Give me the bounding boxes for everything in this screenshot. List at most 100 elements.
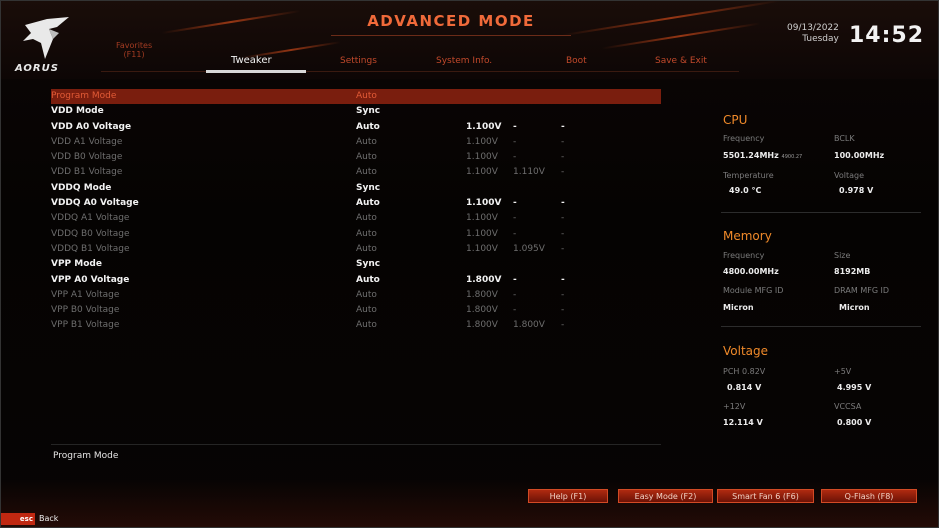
setting-value: 1.100V	[466, 243, 498, 254]
setting-name: VPP A1 Voltage	[51, 289, 120, 300]
setting-row[interactable]: VDD Mode Sync	[51, 104, 661, 119]
setting-row[interactable]: VDDQ Mode Sync	[51, 181, 661, 196]
aorus-eagle-icon	[23, 17, 69, 59]
header: AORUS ADVANCED MODE 09/13/2022 Tuesday 1…	[1, 1, 938, 79]
tab-tweaker[interactable]: Tweaker	[231, 55, 272, 66]
setting-name: VDDQ A1 Voltage	[51, 213, 130, 224]
p12v-value: 12.114 V	[723, 418, 763, 427]
setting-mode: Auto	[356, 198, 380, 209]
tab-system-info[interactable]: System Info.	[436, 56, 492, 66]
setting-name: VDDQ B0 Voltage	[51, 228, 130, 239]
pch-value: 0.814 V	[727, 383, 762, 392]
setting-row: VPP A1 Voltage Auto 1.800V - -	[51, 288, 661, 303]
cpu-frequency-label: Frequency	[723, 134, 765, 143]
cpu-temperature-label: Temperature	[723, 171, 774, 180]
setting-extra: -	[561, 320, 565, 331]
memory-module-value: Micron	[723, 303, 754, 312]
setting-name: Program Mode	[51, 91, 117, 101]
setting-name: VDDQ Mode	[51, 182, 112, 193]
setting-mode: Sync	[356, 182, 381, 193]
setting-current-value: -	[513, 289, 517, 300]
memory-frequency-label: Frequency	[723, 251, 765, 260]
setting-value: 1.100V	[466, 228, 498, 239]
page-title: ADVANCED MODE	[367, 12, 535, 30]
setting-value: 1.100V	[466, 121, 502, 132]
cpu-bclk-value: 100.00MHz	[834, 151, 885, 160]
setting-row: VPP B0 Voltage Auto 1.800V - -	[51, 303, 661, 318]
setting-row[interactable]: Program Mode Auto	[51, 89, 661, 105]
setting-value: 1.100V	[466, 136, 498, 147]
setting-extra: -	[561, 213, 565, 224]
setting-extra: -	[561, 243, 565, 254]
memory-dram-value: Micron	[839, 303, 870, 312]
setting-value: 1.100V	[466, 152, 498, 163]
cpu-section-title: CPU	[723, 113, 748, 127]
setting-extra: -	[561, 274, 565, 285]
p12v-label: +12V	[723, 402, 746, 411]
tab-favorites-label: Favorites	[116, 41, 153, 50]
bios-screen: AORUS ADVANCED MODE 09/13/2022 Tuesday 1…	[0, 0, 939, 528]
q-flash-button[interactable]: Q-Flash (F8)	[821, 489, 917, 503]
tab-save-exit[interactable]: Save & Exit	[655, 56, 707, 66]
setting-extra: -	[561, 228, 565, 239]
cpu-temperature-value: 49.0 °C	[729, 186, 762, 195]
tab-settings[interactable]: Settings	[340, 56, 377, 66]
setting-mode: Auto	[356, 274, 380, 285]
setting-current-value: -	[513, 136, 517, 147]
setting-mode: Auto	[356, 243, 377, 254]
setting-row[interactable]: VPP Mode Sync	[51, 257, 661, 272]
setting-name: VDD B1 Voltage	[51, 167, 123, 178]
setting-extra: -	[561, 121, 565, 132]
setting-extra: -	[561, 198, 565, 209]
p5v-value: 4.995 V	[837, 383, 872, 392]
setting-extra: -	[561, 289, 565, 300]
setting-row[interactable]: VDD A0 Voltage Auto 1.100V - -	[51, 120, 661, 135]
setting-value: 1.800V	[466, 289, 498, 300]
setting-row: VDDQ B0 Voltage Auto 1.100V - -	[51, 227, 661, 242]
setting-current-value: -	[513, 152, 517, 163]
setting-mode: Auto	[356, 152, 377, 163]
setting-value: 1.100V	[466, 198, 502, 209]
date-display: 09/13/2022 Tuesday	[787, 23, 839, 45]
easy-mode-button[interactable]: Easy Mode (F2)	[618, 489, 713, 503]
setting-row[interactable]: VDDQ A0 Voltage Auto 1.100V - -	[51, 196, 661, 211]
cpu-frequency-subtext: 4900.27	[781, 154, 803, 160]
tab-boot[interactable]: Boot	[566, 56, 587, 66]
setting-mode: Auto	[356, 320, 377, 331]
help-button[interactable]: Help (F1)	[528, 489, 608, 503]
smart-fan-button[interactable]: Smart Fan 6 (F6)	[717, 489, 814, 503]
back-label[interactable]: Back	[39, 513, 58, 525]
cpu-voltage-value: 0.978 V	[839, 186, 874, 195]
tab-favorites[interactable]: Favorites (F11)	[116, 41, 152, 59]
cpu-bclk-label: BCLK	[834, 134, 855, 143]
memory-frequency-value: 4800.00MHz	[723, 267, 779, 276]
setting-mode: Auto	[356, 228, 377, 239]
setting-name: VPP Mode	[51, 259, 102, 270]
tab-bar-line	[101, 71, 739, 72]
setting-current-value: -	[513, 121, 517, 132]
setting-name: VDD A0 Voltage	[51, 121, 132, 132]
setting-name: VDD Mode	[51, 106, 104, 117]
setting-row[interactable]: VPP A0 Voltage Auto 1.800V - -	[51, 273, 661, 288]
setting-mode: Auto	[356, 136, 377, 147]
setting-name: VDD B0 Voltage	[51, 152, 123, 163]
setting-mode: Auto	[356, 91, 377, 101]
setting-value: 1.100V	[466, 213, 498, 224]
memory-divider	[721, 326, 921, 327]
setting-value: 1.800V	[466, 274, 502, 285]
setting-value: 1.800V	[466, 320, 498, 331]
cpu-frequency-text: 5501.24MHz	[723, 151, 779, 160]
help-description: Program Mode	[53, 451, 119, 461]
active-tab-indicator	[206, 70, 306, 73]
setting-mode: Sync	[356, 259, 381, 270]
cpu-voltage-label: Voltage	[834, 171, 865, 180]
esc-key[interactable]: esc	[1, 513, 35, 525]
vccsa-label: VCCSA	[834, 402, 862, 411]
setting-mode: Auto	[356, 305, 377, 316]
setting-extra: -	[561, 152, 565, 163]
setting-mode: Auto	[356, 213, 377, 224]
setting-mode: Auto	[356, 167, 377, 178]
setting-value: 1.800V	[466, 305, 498, 316]
memory-module-label: Module MFG ID	[723, 286, 784, 295]
brand-logo-text: AORUS	[15, 63, 59, 74]
